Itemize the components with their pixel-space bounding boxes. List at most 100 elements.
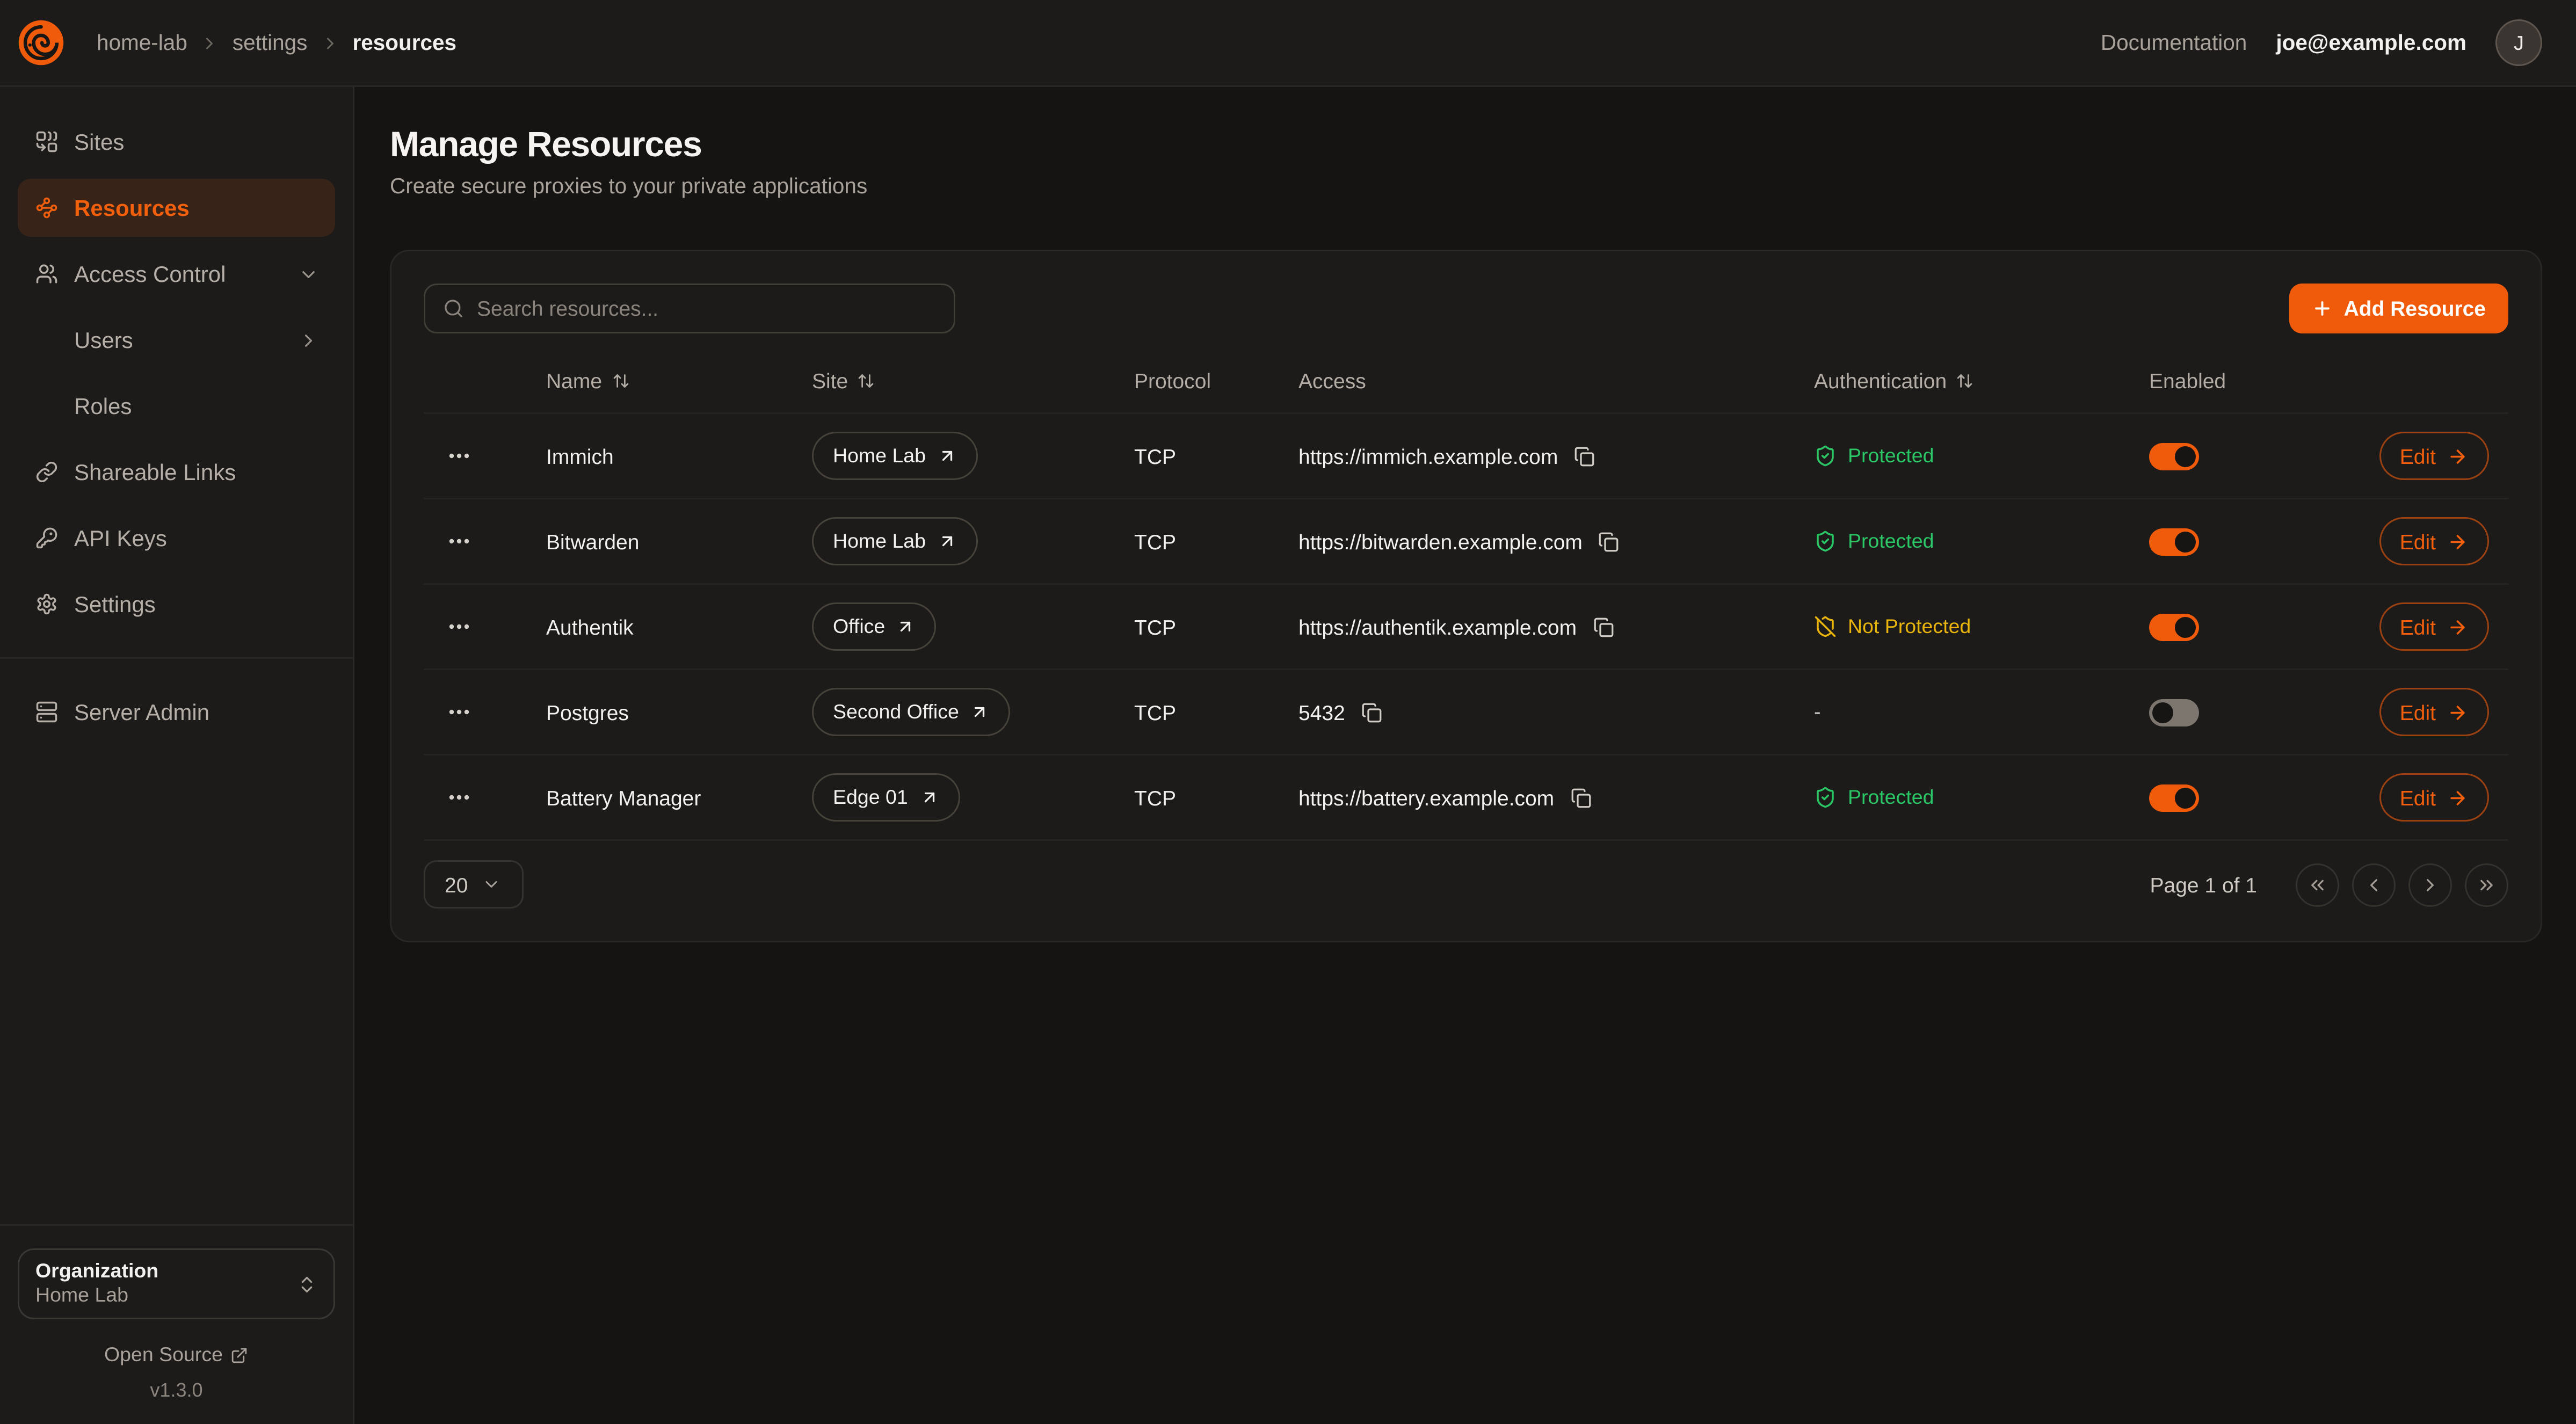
add-resource-label: Add Resource <box>2344 296 2486 321</box>
arrow-up-right-icon <box>919 788 939 807</box>
copy-button[interactable] <box>1590 613 1617 641</box>
last-page-button[interactable] <box>2465 863 2508 906</box>
user-email[interactable]: joe@example.com <box>2276 31 2466 55</box>
app: home-lab settings resources Documentatio… <box>0 0 2576 1424</box>
organization-selector[interactable]: Organization Home Lab <box>18 1248 335 1319</box>
sidebar-item-label: Users <box>74 327 133 353</box>
pagination: 20 Page 1 of 1 <box>424 860 2508 909</box>
sidebar-item-label: Sites <box>74 129 124 155</box>
column-header-name[interactable]: Name <box>546 369 812 393</box>
resource-name: Immich <box>546 444 812 468</box>
resource-name: Postgres <box>546 700 812 724</box>
sidebar-item-server-admin[interactable]: Server Admin <box>18 683 335 741</box>
pangolin-logo-icon[interactable] <box>13 16 68 70</box>
chevron-right-icon <box>320 33 339 53</box>
sidebar-item-label: Settings <box>74 591 156 617</box>
row-menu-button[interactable] <box>440 437 478 475</box>
edit-button[interactable]: Edit <box>2379 602 2489 651</box>
site-link[interactable]: Second Office <box>812 688 1011 736</box>
arrow-up-right-icon <box>937 532 956 551</box>
sidebar-item-settings[interactable]: Settings <box>18 575 335 633</box>
sidebar-item-sites[interactable]: Sites <box>18 113 335 171</box>
sidebar-nav: Sites Resources Access Control Users Rol… <box>18 113 335 741</box>
copy-button[interactable] <box>1358 699 1385 726</box>
page-subtitle: Create secure proxies to your private ap… <box>390 172 2542 201</box>
row-menu-button[interactable] <box>440 607 478 646</box>
arrow-right-icon <box>2447 787 2468 808</box>
enabled-toggle[interactable] <box>2149 442 2199 470</box>
search-input[interactable] <box>477 296 936 321</box>
documentation-link[interactable]: Documentation <box>2101 31 2247 55</box>
sidebar-item-shareable-links[interactable]: Shareable Links <box>18 443 335 501</box>
table-row: Immich Home Lab TCP https://immich.examp… <box>424 414 2508 499</box>
toggle-knob <box>2175 531 2196 552</box>
edit-button[interactable]: Edit <box>2379 688 2489 736</box>
copy-button[interactable] <box>1595 528 1623 555</box>
site-link[interactable]: Office <box>812 602 937 651</box>
copy-icon <box>1599 531 1620 552</box>
topbar: home-lab settings resources Documentatio… <box>0 0 2576 87</box>
site-link[interactable]: Home Lab <box>812 432 977 480</box>
resources-icon <box>35 197 58 219</box>
arrow-up-right-icon <box>896 617 916 636</box>
shield-check-icon <box>1814 445 1837 467</box>
breadcrumb-resources[interactable]: resources <box>352 31 456 55</box>
edit-button[interactable]: Edit <box>2379 432 2489 480</box>
protocol-value: TCP <box>1134 700 1298 724</box>
copy-button[interactable] <box>1567 784 1594 811</box>
external-link-icon <box>231 1346 249 1364</box>
sidebar-item-resources[interactable]: Resources <box>18 179 335 237</box>
sidebar-spacer <box>18 741 335 1208</box>
page-size-select[interactable]: 20 <box>424 860 524 909</box>
ellipsis-icon <box>446 614 472 640</box>
breadcrumb-settings[interactable]: settings <box>233 31 308 55</box>
previous-page-button[interactable] <box>2352 863 2396 906</box>
row-menu-button[interactable] <box>440 522 478 561</box>
sidebar-item-roles[interactable]: Roles <box>18 377 335 435</box>
pagination-buttons <box>2296 863 2508 906</box>
open-source-link[interactable]: Open Source <box>104 1343 249 1366</box>
shield-check-icon <box>1814 530 1837 553</box>
column-header-authentication[interactable]: Authentication <box>1814 369 2149 393</box>
add-resource-button[interactable]: Add Resource <box>2289 284 2508 333</box>
edit-button[interactable]: Edit <box>2379 517 2489 565</box>
sort-icon <box>612 372 629 390</box>
site-link[interactable]: Home Lab <box>812 517 977 565</box>
enabled-toggle[interactable] <box>2149 784 2199 811</box>
first-page-button[interactable] <box>2296 863 2339 906</box>
chevrons-up-down-icon <box>296 1274 317 1295</box>
sidebar-item-label: Shareable Links <box>74 459 236 485</box>
enabled-toggle[interactable] <box>2149 613 2199 641</box>
protocol-value: TCP <box>1134 444 1298 468</box>
sidebar-item-api-keys[interactable]: API Keys <box>18 509 335 567</box>
enabled-toggle[interactable] <box>2149 528 2199 555</box>
arrow-right-icon <box>2447 446 2468 467</box>
resources-card: Add Resource Name Site Protocol Acce <box>390 250 2542 942</box>
sidebar-item-users[interactable]: Users <box>18 311 335 369</box>
sidebar-footer: Open Source v1.3.0 <box>18 1340 335 1401</box>
next-page-button[interactable] <box>2408 863 2452 906</box>
copy-icon <box>1574 446 1595 467</box>
column-header-site[interactable]: Site <box>812 369 1134 393</box>
enabled-toggle[interactable] <box>2149 699 2199 726</box>
breadcrumb-org[interactable]: home-lab <box>97 31 187 55</box>
arrow-up-right-icon <box>970 702 990 722</box>
arrow-right-icon <box>2447 616 2468 637</box>
row-menu-button[interactable] <box>440 693 478 731</box>
chevron-down-icon <box>298 264 319 285</box>
row-menu-button[interactable] <box>440 778 478 817</box>
table-row: Authentik Office TCP https://authentik.e… <box>424 585 2508 670</box>
sidebar-item-label: API Keys <box>74 525 167 551</box>
avatar[interactable]: J <box>2495 19 2542 66</box>
auth-status: Not Protected <box>1814 615 1971 638</box>
site-link[interactable]: Edge 01 <box>812 773 960 822</box>
sidebar-item-access-control[interactable]: Access Control <box>18 245 335 303</box>
chevrons-right-icon <box>2476 874 2497 895</box>
edit-button[interactable]: Edit <box>2379 773 2489 822</box>
gear-icon <box>35 593 58 615</box>
column-header-access: Access <box>1298 369 1814 393</box>
sidebar-item-label: Roles <box>74 393 132 419</box>
copy-button[interactable] <box>1571 442 1598 470</box>
page-info: Page 1 of 1 <box>2150 873 2258 897</box>
toggle-knob <box>2175 787 2196 808</box>
